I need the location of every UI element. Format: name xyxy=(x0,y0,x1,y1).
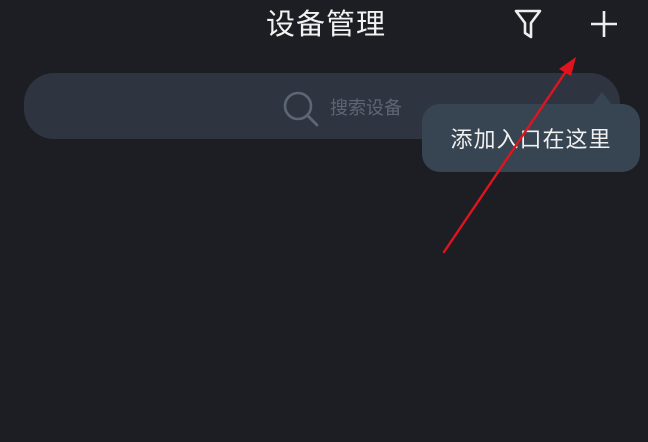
red-arrow-annotation xyxy=(442,57,576,254)
add-entry-tooltip: 添加入口在这里 xyxy=(422,92,640,172)
header-bar: 设备管理 xyxy=(0,0,648,52)
search-content: 搜索设备 xyxy=(282,90,402,128)
filter-icon xyxy=(514,9,542,39)
page-title: 设备管理 xyxy=(265,7,386,41)
search-placeholder: 搜索设备 xyxy=(330,98,402,119)
filter-button[interactable] xyxy=(510,4,546,44)
add-device-button[interactable] xyxy=(586,4,622,44)
tooltip-text: 添加入口在这里 xyxy=(450,128,612,153)
search-icon xyxy=(283,91,319,127)
device-management-screen: 设备管理 搜索设备 添加入口在这里 xyxy=(0,0,648,442)
plus-icon xyxy=(591,11,617,37)
